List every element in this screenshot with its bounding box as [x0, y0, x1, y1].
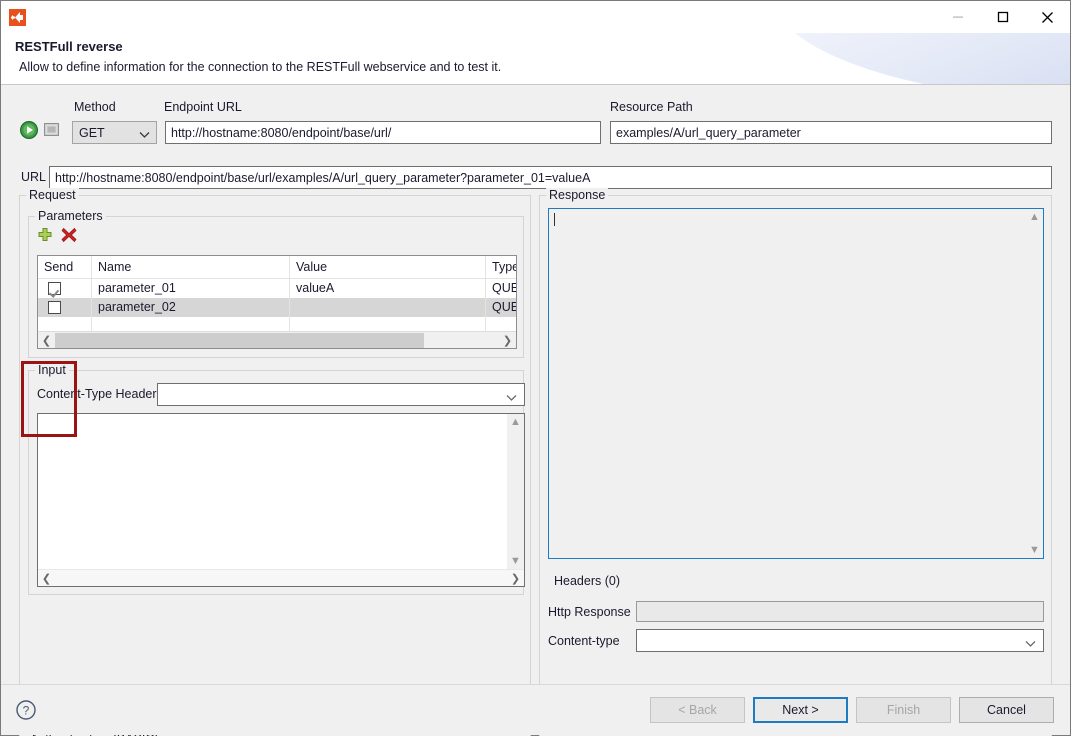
endpoint-url-value: http://hostname:8080/endpoint/base/url/ [171, 125, 392, 140]
chevron-right-icon[interactable]: ❯ [499, 334, 516, 347]
request-group-title: Request [26, 188, 79, 202]
chevron-down-icon [139, 128, 150, 142]
close-icon[interactable] [1025, 1, 1070, 33]
request-group: Request Parameters Send Name Value Type … [19, 188, 531, 736]
title-bar [1, 1, 1070, 33]
response-vertical-scrollbar[interactable]: ▲ ▼ [1026, 209, 1043, 558]
cancel-button[interactable]: Cancel [959, 697, 1054, 723]
column-header-name[interactable]: Name [92, 256, 290, 278]
input-group-title: Input [35, 363, 69, 377]
send-checkbox[interactable] [48, 282, 61, 295]
delete-x-icon[interactable] [61, 227, 77, 246]
input-group: Input Content-Type Header ▲ ▼ ❮ ❯ [28, 363, 525, 595]
stop-icon [44, 122, 59, 137]
table-row[interactable]: parameter_02 QUER [38, 298, 516, 317]
next-button[interactable]: Next > [753, 697, 848, 723]
table-row[interactable]: parameter_01 valueA QUER [38, 279, 516, 298]
chevron-left-icon[interactable]: ❮ [38, 334, 55, 347]
resource-path-label: Resource Path [610, 100, 693, 114]
restfull-reverse-wizard-window: RESTFull reverse Allow to define informa… [0, 0, 1071, 736]
column-header-send[interactable]: Send [38, 256, 92, 278]
chevron-down-icon[interactable]: ▼ [1029, 542, 1040, 558]
cancel-button-label: Cancel [987, 703, 1026, 717]
chevron-up-icon[interactable]: ▲ [510, 414, 521, 430]
value-cell[interactable]: valueA [290, 279, 486, 298]
name-cell[interactable]: parameter_01 [92, 279, 290, 298]
back-button-label: < Back [678, 703, 717, 717]
scroll-thumb[interactable] [55, 332, 424, 348]
table-header-row: Send Name Value Type [38, 256, 516, 279]
scroll-track[interactable] [55, 571, 507, 586]
play-icon[interactable] [19, 120, 39, 140]
chevron-down-icon[interactable]: ▼ [510, 553, 521, 569]
input-vertical-scrollbar[interactable]: ▲ ▼ [507, 414, 524, 569]
column-header-type[interactable]: Type [486, 256, 516, 278]
chevron-down-icon [1025, 637, 1036, 651]
chevron-up-icon[interactable]: ▲ [1029, 209, 1040, 225]
response-group: Response ▲ ▼ Headers (0) Http Response C… [539, 188, 1052, 736]
resource-path-value: examples/A/url_query_parameter [616, 125, 801, 140]
finish-button-label: Finish [886, 703, 921, 717]
send-cell[interactable] [38, 279, 92, 298]
type-cell[interactable]: QUER [486, 279, 516, 298]
input-body-textarea[interactable]: ▲ ▼ ❮ ❯ [37, 413, 525, 587]
input-horizontal-scrollbar[interactable]: ❮ ❯ [38, 569, 524, 586]
endpoint-url-input[interactable]: http://hostname:8080/endpoint/base/url/ [165, 121, 601, 144]
send-checkbox[interactable] [48, 301, 61, 314]
url-label: URL [21, 170, 47, 184]
chevron-left-icon[interactable]: ❮ [38, 572, 55, 585]
page-title: RESTFull reverse [15, 39, 123, 54]
method-select[interactable]: GET [72, 121, 157, 144]
parameters-toolbar [37, 227, 77, 246]
parameters-group-title: Parameters [35, 209, 106, 223]
next-button-label: Next > [782, 703, 819, 717]
table-horizontal-scrollbar[interactable]: ❮ ❯ [38, 331, 516, 348]
text-caret [554, 213, 555, 226]
endpoint-url-label: Endpoint URL [164, 100, 242, 114]
wizard-footer: ? < Back Next > Finish Cancel [1, 684, 1070, 735]
parameters-table[interactable]: Send Name Value Type parameter_01 valueA… [37, 255, 517, 349]
wizard-body: Method GET Endpoint URL http://hostname:… [1, 85, 1070, 736]
method-value: GET [79, 125, 105, 140]
content-type-header-label: Content-Type Header [37, 387, 157, 401]
page-description: Allow to define information for the conn… [19, 60, 502, 74]
plus-icon[interactable] [37, 227, 53, 246]
name-cell[interactable]: parameter_02 [92, 298, 290, 317]
url-input[interactable]: http://hostname:8080/endpoint/base/url/e… [49, 166, 1052, 189]
response-content-type-label: Content-type [548, 634, 620, 648]
url-value: http://hostname:8080/endpoint/base/url/e… [55, 170, 591, 185]
back-button[interactable]: < Back [650, 697, 745, 723]
help-circle-icon[interactable]: ? [15, 699, 37, 721]
response-headers-section-label[interactable]: Headers (0) [554, 574, 620, 588]
scroll-track[interactable] [55, 332, 499, 348]
response-group-title: Response [546, 188, 609, 202]
resource-path-input[interactable]: examples/A/url_query_parameter [610, 121, 1052, 144]
connection-controls: Method GET Endpoint URL http://hostname:… [1, 93, 1070, 189]
value-cell[interactable] [290, 298, 486, 317]
http-response-value [636, 601, 1044, 622]
http-response-label: Http Response [548, 605, 631, 619]
column-header-value[interactable]: Value [290, 256, 486, 278]
response-body-textarea[interactable]: ▲ ▼ [548, 208, 1044, 559]
finish-button[interactable]: Finish [856, 697, 951, 723]
minimize-icon[interactable] [935, 1, 980, 33]
svg-text:?: ? [23, 704, 30, 718]
response-content-type-select[interactable] [636, 629, 1044, 652]
send-cell[interactable] [38, 298, 92, 317]
chevron-right-icon[interactable]: ❯ [507, 572, 524, 585]
talend-arrow-icon [9, 8, 26, 26]
chevron-down-icon [506, 391, 517, 405]
content-type-header-select[interactable] [157, 383, 525, 406]
parameters-group: Parameters Send Name Value Type paramete… [28, 209, 524, 358]
type-cell[interactable]: QUER [486, 298, 516, 317]
maximize-icon[interactable] [980, 1, 1025, 33]
method-label: Method [74, 100, 116, 114]
wizard-header: RESTFull reverse Allow to define informa… [1, 33, 1070, 85]
